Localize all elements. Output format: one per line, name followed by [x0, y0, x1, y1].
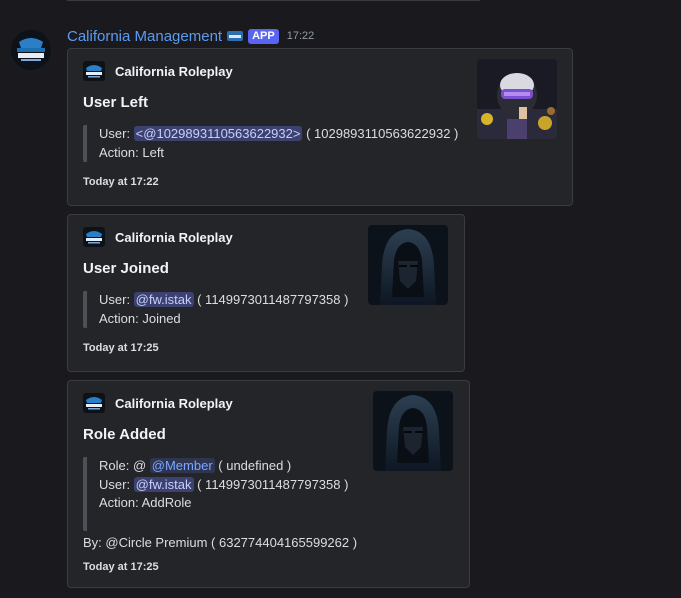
- user-line: User: <@1029893110563622932> ( 102989311…: [99, 125, 458, 144]
- embed-author-name[interactable]: California Roleplay: [115, 64, 233, 79]
- embed-title: Role Added: [83, 426, 166, 443]
- embed-quote: User: <@1029893110563622932> ( 102989311…: [83, 125, 458, 162]
- embed-author: California Roleplay: [83, 61, 233, 81]
- embed-title: User Left: [83, 94, 149, 111]
- user-id: ( 1149973011487797358 ): [193, 476, 349, 492]
- user-label: User:: [99, 292, 134, 307]
- user-label: User:: [99, 476, 134, 492]
- embed-quote: Role: @ @Member ( undefined ) User: @fw.…: [83, 457, 348, 531]
- user-mention[interactable]: @fw.istak: [133, 476, 194, 492]
- embed-thumbnail[interactable]: [368, 225, 448, 305]
- embed-author: California Roleplay: [83, 393, 233, 413]
- user-id: ( 1149973011487797358 ): [193, 292, 349, 307]
- action-line: Action: AddRole: [99, 495, 192, 510]
- embed-footer: Today at 17:22: [83, 176, 159, 188]
- user-mention[interactable]: <@1029893110563622932>: [133, 126, 303, 141]
- hooded-figure-image-icon: [373, 391, 453, 471]
- role-suffix: ( undefined ): [214, 458, 292, 473]
- embed-author-name[interactable]: California Roleplay: [115, 396, 233, 411]
- embed-quote: User: @fw.istak ( 1149973011487797358 ) …: [83, 291, 348, 328]
- message-timestamp: 17:22: [286, 30, 315, 42]
- hooded-figure-image-icon: [368, 225, 448, 305]
- user-id: ( 1029893110563622932 ): [302, 126, 459, 141]
- embed-author: California Roleplay: [83, 227, 233, 247]
- by-line: By: @Circle Premium ( 632774404165599262…: [83, 535, 358, 550]
- embed-footer: Today at 17:25: [83, 342, 159, 354]
- embed-user-left: California Roleplay User Left User: <@10…: [67, 48, 573, 206]
- user-line: User: @fw.istak ( 1149973011487797358 ): [99, 291, 348, 310]
- app-badge: APP: [248, 28, 279, 44]
- user-label: User:: [99, 126, 134, 141]
- embed-thumbnail[interactable]: [477, 59, 557, 139]
- embed-author-icon: [83, 227, 105, 247]
- embed-author-icon: [83, 61, 105, 81]
- embed-author-name[interactable]: California Roleplay: [115, 230, 233, 245]
- action-line: Action: Joined: [99, 310, 181, 326]
- embed-role-added: California Roleplay Role Added Role: @ @…: [67, 380, 470, 588]
- server-logo-icon: [227, 31, 244, 41]
- embed-footer: Today at 17:25: [83, 561, 159, 573]
- user-line: User: @fw.istak ( 1149973011487797358 ): [99, 476, 348, 495]
- embed-user-joined: California Roleplay User Joined User: @f…: [67, 214, 465, 372]
- racing-driver-image-icon: [477, 59, 557, 139]
- top-divider: [67, 0, 480, 1]
- user-mention[interactable]: @fw.istak: [133, 292, 194, 307]
- action-line: Action: Left: [99, 144, 165, 160]
- embed-title: User Joined: [83, 260, 169, 277]
- embed-author-icon: [83, 393, 105, 413]
- message-header: California Management APP 17:22: [67, 26, 314, 46]
- author-name[interactable]: California Management: [67, 28, 222, 45]
- role-mention[interactable]: @Member: [149, 458, 215, 473]
- role-line: Role: @ @Member ( undefined ): [99, 457, 348, 476]
- role-label: Role: @: [99, 458, 150, 473]
- california-roleplay-logo-icon: [11, 30, 51, 70]
- server-avatar[interactable]: [11, 30, 51, 70]
- embed-thumbnail[interactable]: [373, 391, 453, 471]
